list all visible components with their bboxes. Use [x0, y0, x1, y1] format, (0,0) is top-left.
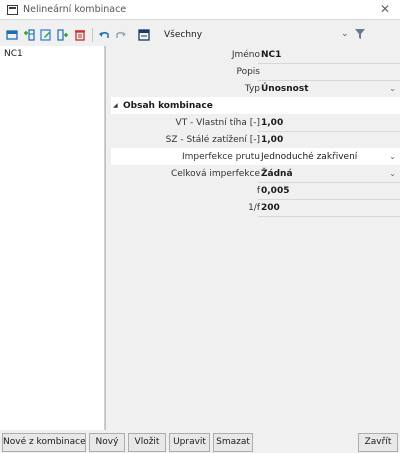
property-row-name[interactable]: Jméno NC1	[111, 46, 400, 63]
combination-list[interactable]: NC1	[0, 46, 106, 430]
button-bar: Nové z kombinace Nový Vložit Upravit Sma…	[0, 432, 400, 453]
type-label: Typ	[244, 84, 260, 94]
insert-button[interactable]: Vložit	[128, 433, 166, 452]
inv-f-value[interactable]: 200	[261, 203, 280, 213]
vt-value[interactable]: 1,00	[261, 118, 283, 128]
redo-icon[interactable]	[115, 29, 127, 41]
type-value[interactable]: Únosnost	[261, 84, 309, 94]
vt-label: VT - Vlastní tíha [-]	[175, 118, 260, 128]
close-button[interactable]: Zavřít	[358, 433, 398, 452]
delete-icon[interactable]	[74, 29, 86, 41]
chevron-down-icon[interactable]: ⌄	[389, 169, 396, 178]
new-icon[interactable]	[6, 29, 18, 41]
toolbar: Všechny ⌄	[0, 22, 400, 46]
property-row-inv-f[interactable]: 1/f 200	[111, 199, 400, 216]
property-row-type[interactable]: Typ Únosnost ⌄	[111, 80, 400, 97]
sz-label: SZ - Stálé zatížení [-]	[165, 135, 260, 145]
global-imperfection-value[interactable]: Žádná	[261, 169, 293, 179]
edit-icon[interactable]	[40, 29, 52, 41]
list-item[interactable]: NC1	[0, 46, 105, 62]
filter-icon[interactable]	[354, 28, 366, 40]
title-bar: Nelineární kombinace ✕	[0, 0, 400, 20]
list-border	[104, 46, 105, 430]
property-row-vt[interactable]: VT - Vlastní tíha [-] 1,00	[111, 114, 400, 131]
member-imperfection-value[interactable]: Jednoduché zakřivení	[261, 152, 357, 162]
section-header[interactable]: ◢ Obsah kombinace	[111, 97, 400, 114]
table-icon[interactable]	[138, 29, 150, 41]
filter-select[interactable]: Všechny	[164, 30, 202, 40]
name-value[interactable]: NC1	[261, 50, 281, 60]
property-row-member-imperfection[interactable]: Imperfekce prutu Jednoduché zakřivení ⌄	[111, 148, 400, 165]
undo-icon[interactable]	[98, 29, 110, 41]
insert-icon[interactable]	[23, 29, 35, 41]
property-row-sz[interactable]: SZ - Stálé zatížení [-] 1,00	[111, 131, 400, 148]
new-button[interactable]: Nový	[89, 433, 125, 452]
property-row-description[interactable]: Popis	[111, 63, 400, 80]
inv-f-label: 1/f	[248, 203, 260, 213]
f-value[interactable]: 0,005	[261, 186, 289, 196]
member-imperfection-label: Imperfekce prutu	[182, 152, 260, 162]
f-label: f	[256, 186, 260, 196]
window-icon	[7, 5, 18, 15]
toolbar-separator	[92, 28, 93, 42]
close-window-icon[interactable]: ✕	[378, 2, 392, 16]
copy-icon[interactable]	[57, 29, 69, 41]
collapse-arrow-icon[interactable]: ◢	[113, 102, 118, 109]
window-title: Nelineární kombinace	[23, 4, 127, 15]
row-divider	[258, 216, 400, 217]
description-label: Popis	[236, 67, 260, 77]
property-panel: Jméno NC1 Popis Typ Únosnost ⌄ ◢ Obsah k…	[111, 46, 400, 430]
chevron-down-icon[interactable]: ⌄	[389, 84, 396, 93]
delete-button[interactable]: Smazat	[213, 433, 253, 452]
edit-button[interactable]: Upravit	[169, 433, 210, 452]
chevron-down-icon[interactable]: ⌄	[389, 152, 396, 161]
section-title: Obsah kombinace	[123, 101, 213, 111]
global-imperfection-label: Celková imperfekce	[170, 169, 260, 179]
sz-value[interactable]: 1,00	[261, 135, 283, 145]
chevron-down-icon[interactable]: ⌄	[341, 29, 349, 39]
property-row-f[interactable]: f 0,005	[111, 182, 400, 199]
name-label: Jméno	[231, 50, 260, 60]
new-from-combination-button[interactable]: Nové z kombinace	[2, 433, 86, 452]
property-row-global-imperfection[interactable]: Celková imperfekce Žádná ⌄	[111, 165, 400, 182]
